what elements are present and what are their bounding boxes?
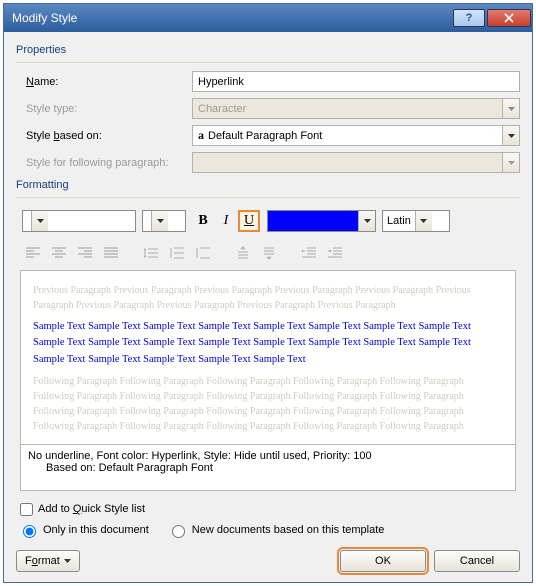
style-description: No underline, Font color: Hyperlink, Sty… xyxy=(20,445,516,491)
add-to-quick-style-checkbox[interactable] xyxy=(20,503,33,516)
italic-button[interactable]: I xyxy=(215,210,237,232)
chevron-down-icon xyxy=(64,559,71,563)
format-button[interactable]: Format xyxy=(16,550,80,572)
spacing-1.5-button xyxy=(166,242,188,264)
chevron-down-icon xyxy=(502,153,519,172)
space-before-dec-button xyxy=(258,242,280,264)
indent-decrease-button xyxy=(298,242,320,264)
spacing-2-button xyxy=(192,242,214,264)
following-paragraph-combo xyxy=(192,152,520,173)
chevron-down-icon[interactable] xyxy=(415,211,432,231)
align-justify-button xyxy=(100,242,122,264)
style-type-label: Style type: xyxy=(16,103,192,115)
chevron-down-icon[interactable] xyxy=(358,211,375,231)
style-based-on-combo[interactable]: aDefault Paragraph Font xyxy=(192,125,520,146)
underline-button[interactable]: U xyxy=(238,210,260,232)
style-type-combo: Character xyxy=(192,98,520,119)
properties-group-label: Properties xyxy=(16,44,520,56)
preview-following-text: Following Paragraph Following Paragraph … xyxy=(27,372,509,436)
only-in-document-label: Only in this document xyxy=(43,524,149,536)
chevron-down-icon xyxy=(502,99,519,118)
add-to-quick-style-label: Add to Quick Style list xyxy=(38,503,145,515)
following-paragraph-label: Style for following paragraph: xyxy=(16,157,192,169)
ok-button[interactable]: OK xyxy=(340,550,426,572)
bold-button[interactable]: B xyxy=(192,210,214,232)
chevron-down-icon[interactable] xyxy=(31,211,48,231)
cancel-button[interactable]: Cancel xyxy=(434,550,520,572)
name-label: Name: xyxy=(16,76,192,88)
spacing-1-button xyxy=(140,242,162,264)
close-button[interactable] xyxy=(487,9,531,27)
help-button[interactable]: ? xyxy=(453,9,485,27)
font-color-combo[interactable] xyxy=(267,210,376,232)
only-in-document-radio[interactable] xyxy=(23,525,36,538)
modify-style-dialog: Modify Style ? Properties Name: Hyperlin… xyxy=(3,3,533,583)
name-input[interactable]: Hyperlink xyxy=(192,71,520,92)
preview-previous-text: Previous Paragraph Previous Paragraph Pr… xyxy=(27,281,509,315)
align-right-button xyxy=(74,242,96,264)
titlebar[interactable]: Modify Style ? xyxy=(4,4,532,32)
font-size-combo[interactable] xyxy=(142,210,186,232)
indent-increase-button xyxy=(324,242,346,264)
font-name-combo[interactable] xyxy=(22,210,136,232)
preview-box: Previous Paragraph Previous Paragraph Pr… xyxy=(20,270,516,445)
close-icon xyxy=(504,13,514,23)
style-based-on-label: Style based on: xyxy=(16,130,192,142)
chevron-down-icon[interactable] xyxy=(502,126,519,145)
new-documents-radio[interactable] xyxy=(172,525,185,538)
space-before-inc-button xyxy=(232,242,254,264)
chevron-down-icon[interactable] xyxy=(151,211,168,231)
window-title: Modify Style xyxy=(4,11,77,25)
new-documents-label: New documents based on this template xyxy=(192,524,385,536)
align-left-button xyxy=(22,242,44,264)
formatting-group-label: Formatting xyxy=(16,179,520,191)
align-center-button xyxy=(48,242,70,264)
preview-sample-text: Sample Text Sample Text Sample Text Samp… xyxy=(27,315,509,372)
script-combo[interactable]: Latin xyxy=(382,210,450,232)
